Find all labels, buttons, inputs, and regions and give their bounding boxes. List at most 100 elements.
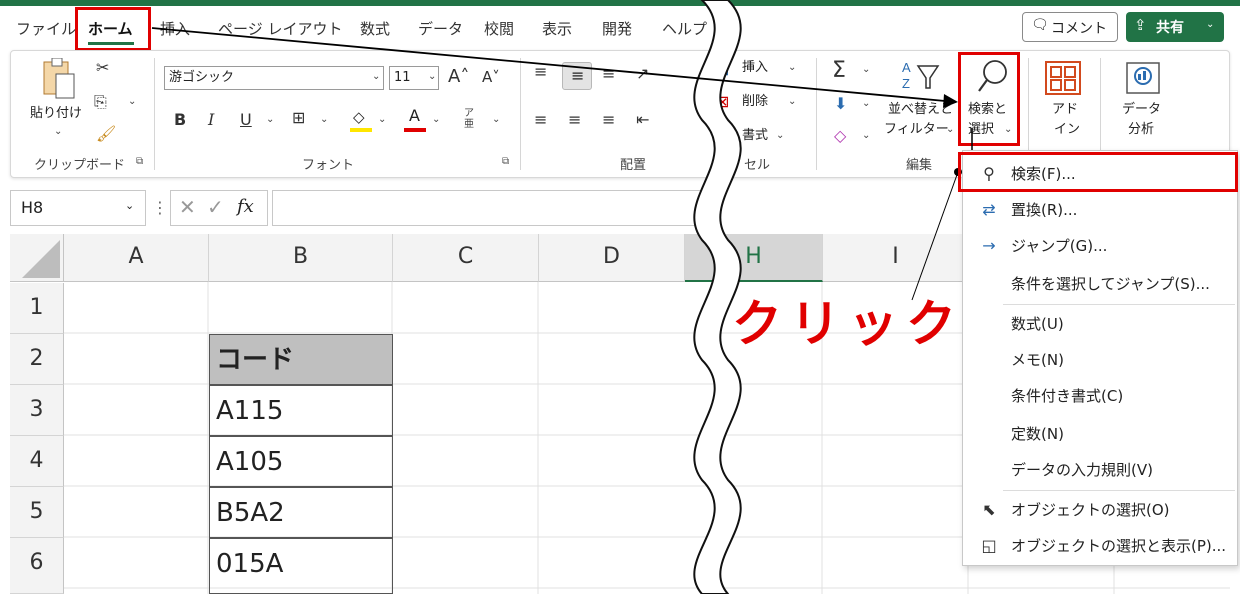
border-icon[interactable]: ⊞	[292, 108, 305, 127]
cut-icon[interactable]: ✂	[96, 58, 109, 77]
font-launcher-icon[interactable]: ⧉	[502, 156, 509, 167]
comment-button[interactable]: 🗨 コメント	[1022, 12, 1118, 42]
find-item-highlight	[958, 152, 1238, 192]
autosum-chevron-icon[interactable]: ⌄	[862, 64, 870, 75]
column-header-i[interactable]: I	[823, 234, 969, 282]
font-color-chevron-icon[interactable]: ⌄	[432, 114, 440, 125]
decrease-font-icon[interactable]: A˅	[482, 68, 500, 86]
align-right-icon[interactable]: ≡	[602, 110, 615, 129]
addins-label-2[interactable]: イン	[1054, 120, 1080, 139]
align-left-icon[interactable]: ≡	[534, 110, 547, 129]
cell-b5[interactable]: B5A2	[209, 487, 393, 538]
decrease-indent-icon[interactable]: ⇤	[636, 110, 649, 129]
font-name-box[interactable]: 游ゴシック	[164, 66, 384, 90]
cell-b6[interactable]: 015A	[209, 538, 393, 594]
clear-chevron-icon[interactable]: ⌄	[862, 130, 870, 141]
addins-icon[interactable]	[1044, 60, 1082, 96]
menu-item-goto-special[interactable]: 条件を選択してジャンプ(S)...	[963, 266, 1237, 302]
underline-chevron-icon[interactable]: ⌄	[266, 114, 274, 125]
insert-cells-chevron-icon[interactable]: ⌄	[788, 62, 796, 73]
data-analysis-label-1[interactable]: データ	[1122, 100, 1161, 119]
copy-icon[interactable]: ⎘	[94, 92, 107, 112]
menu-item-data-validation[interactable]: データの入力規則(V)	[963, 452, 1237, 488]
delete-cells-chevron-icon[interactable]: ⌄	[788, 96, 796, 107]
tab-file[interactable]: ファイル	[16, 18, 76, 39]
align-center-icon[interactable]: ≡	[568, 110, 581, 129]
insert-function-icon[interactable]: fx	[237, 196, 254, 217]
orientation-icon[interactable]: ↗	[636, 64, 649, 83]
fill-color-icon[interactable]: ◇	[350, 108, 374, 132]
enter-icon[interactable]: ✓	[207, 195, 224, 219]
cell-b4[interactable]: A105	[209, 436, 393, 487]
paste-icon[interactable]	[40, 57, 76, 100]
row-header-1[interactable]: 1	[10, 283, 64, 334]
tab-page-layout[interactable]: ページ レイアウト	[218, 18, 342, 39]
row-header-5[interactable]: 5	[10, 487, 64, 538]
italic-button[interactable]: I	[208, 110, 214, 129]
copy-chevron-icon[interactable]: ⌄	[128, 96, 136, 107]
name-box[interactable]: H8 ⌄	[10, 190, 146, 226]
menu-item-selection-pane[interactable]: ◱ オブジェクトの選択と表示(P)...	[963, 528, 1237, 564]
row-header-3[interactable]: 3	[10, 385, 64, 436]
menu-item-replace[interactable]: ⇄ 置換(R)...	[963, 192, 1237, 228]
clear-icon[interactable]: ◇	[834, 126, 846, 145]
cancel-icon[interactable]: ✕	[179, 195, 196, 219]
menu-item-select-objects[interactable]: ⬉ オブジェクトの選択(O)	[963, 492, 1237, 528]
select-all-button[interactable]	[10, 234, 64, 282]
tab-view[interactable]: 表示	[542, 18, 572, 39]
border-chevron-icon[interactable]: ⌄	[320, 114, 328, 125]
font-name-chevron-icon[interactable]: ⌄	[372, 71, 380, 82]
format-cells-chevron-icon[interactable]: ⌄	[776, 130, 784, 141]
column-header-c[interactable]: C	[393, 234, 539, 282]
fill-chevron-icon[interactable]: ⌄	[862, 98, 870, 109]
cell-b3[interactable]: A115	[209, 385, 393, 436]
click-annotation: クリック	[732, 295, 964, 353]
underline-button[interactable]: U	[240, 110, 252, 129]
menu-item-notes[interactable]: メモ(N)	[963, 342, 1237, 378]
formula-bar-grip-icon[interactable]: ⋮	[152, 198, 168, 217]
column-header-b[interactable]: B	[209, 234, 393, 282]
tab-developer[interactable]: 開発	[602, 18, 632, 39]
column-header-d[interactable]: D	[539, 234, 685, 282]
clipboard-launcher-icon[interactable]: ⧉	[136, 156, 143, 167]
sort-filter-icon[interactable]: AZ	[900, 58, 942, 92]
data-analysis-icon[interactable]	[1124, 60, 1162, 96]
increase-font-icon[interactable]: A˄	[448, 66, 469, 87]
sort-filter-chevron-icon[interactable]: ⌄	[946, 124, 954, 135]
column-header-a[interactable]: A	[64, 234, 209, 282]
paste-chevron-icon[interactable]: ⌄	[54, 126, 62, 137]
phonetic-chevron-icon[interactable]: ⌄	[492, 114, 500, 125]
menu-item-conditional-formatting[interactable]: 条件付き書式(C)	[963, 378, 1237, 414]
menu-item-constants[interactable]: 定数(N)	[963, 416, 1237, 452]
fill-down-icon[interactable]: ⬇	[834, 94, 847, 113]
sort-filter-label-1[interactable]: 並べ替えと	[888, 100, 953, 119]
cell-b2-header[interactable]: コード	[209, 334, 393, 385]
bold-button[interactable]: B	[174, 110, 186, 129]
align-middle-button[interactable]: ≡	[562, 62, 592, 90]
share-button[interactable]: ⇪ 共有 ⌄	[1126, 12, 1224, 42]
selection-pane-icon: ◱	[981, 536, 997, 555]
font-color-icon[interactable]: A	[404, 106, 428, 132]
sort-filter-label-2[interactable]: フィルター	[884, 120, 949, 139]
fill-color-chevron-icon[interactable]: ⌄	[378, 114, 386, 125]
row-header-4[interactable]: 4	[10, 436, 64, 487]
paste-button-label[interactable]: 貼り付け	[30, 104, 82, 123]
addins-label-1[interactable]: アド	[1052, 100, 1078, 119]
menu-item-formulas[interactable]: 数式(U)	[963, 306, 1237, 342]
menu-item-goto[interactable]: → ジャンプ(G)...	[963, 228, 1237, 264]
row-header-2[interactable]: 2	[10, 334, 64, 385]
tab-insert[interactable]: 挿入	[160, 18, 190, 39]
data-analysis-label-2[interactable]: 分析	[1128, 120, 1154, 139]
tab-review[interactable]: 校閲	[484, 18, 514, 39]
font-size-chevron-icon[interactable]: ⌄	[428, 71, 436, 82]
tab-data[interactable]: データ	[418, 18, 463, 39]
align-top-icon[interactable]: ≡	[534, 62, 547, 81]
row-header-6[interactable]: 6	[10, 538, 64, 594]
align-bottom-icon[interactable]: ≡	[602, 64, 615, 83]
autosum-icon[interactable]: Σ	[832, 58, 846, 83]
formula-input[interactable]	[272, 190, 712, 226]
format-painter-icon[interactable]: 🖌	[96, 124, 116, 143]
name-box-chevron-icon[interactable]: ⌄	[125, 199, 134, 212]
phonetic-icon[interactable]: ア亜	[464, 108, 478, 130]
tab-formulas[interactable]: 数式	[360, 18, 390, 39]
